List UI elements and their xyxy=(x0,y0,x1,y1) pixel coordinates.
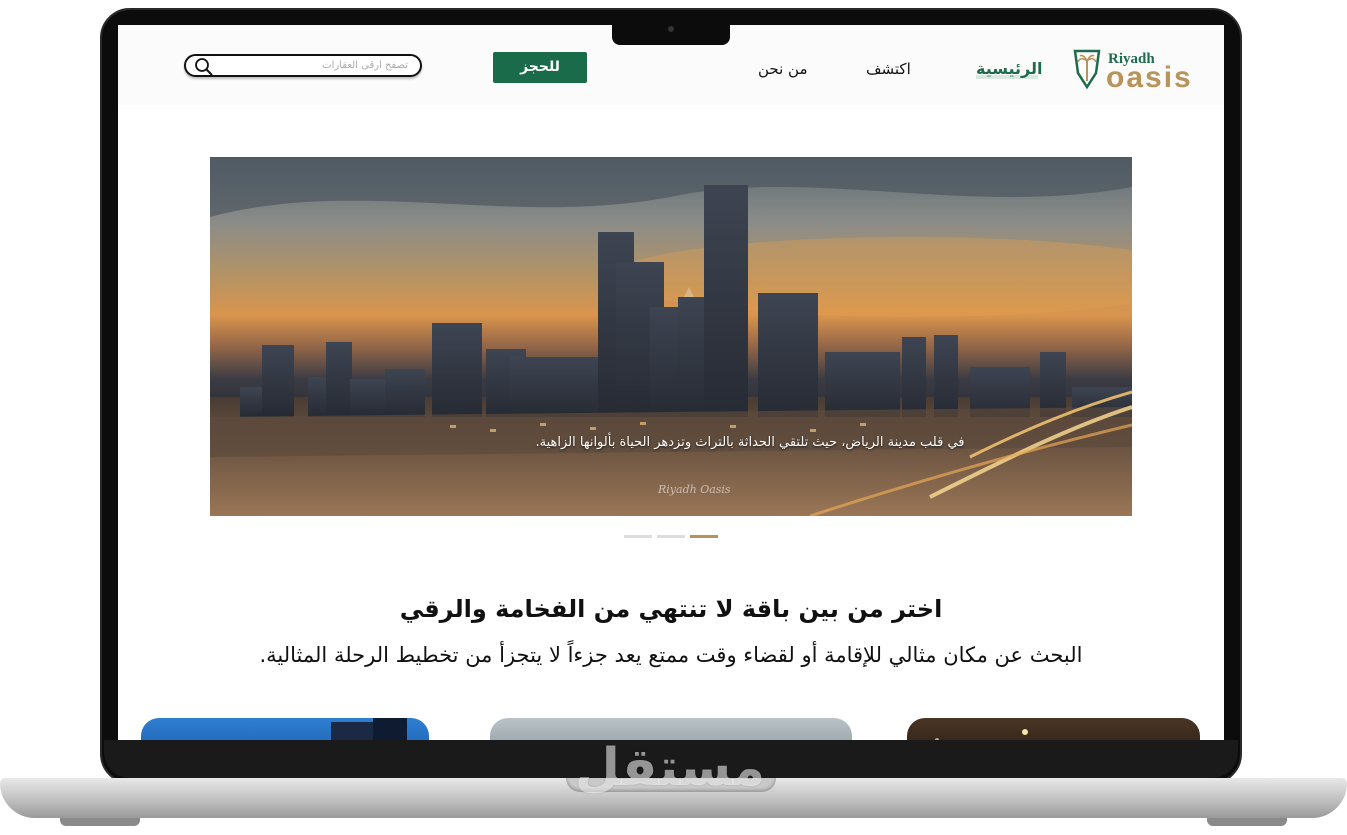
hero-banner: في قلب مدينة الرياض، حيث تلتقي الحداثة ب… xyxy=(210,157,1132,516)
carousel-dot-3[interactable] xyxy=(690,535,718,538)
riyadh-skyline-image xyxy=(210,157,1132,516)
search-input[interactable] xyxy=(216,58,408,73)
nav-link-discover[interactable]: اكتشف xyxy=(866,60,911,78)
search-box xyxy=(184,54,422,77)
brand-logo[interactable]: Riyadh oasis xyxy=(1072,47,1192,94)
laptop-foot-left xyxy=(60,818,140,826)
book-button[interactable]: للحجز xyxy=(493,52,587,83)
browser-viewport: Riyadh oasis الرئيسية اكتشف من نحن للحجز xyxy=(118,25,1224,740)
property-card[interactable] xyxy=(907,718,1200,740)
property-card[interactable] xyxy=(141,718,429,740)
property-card[interactable] xyxy=(490,718,852,740)
photo-signature: Riyadh Oasis xyxy=(658,483,731,496)
laptop-foot-right xyxy=(1207,818,1287,826)
card-image xyxy=(935,729,1028,740)
camera-icon xyxy=(668,26,674,32)
carousel-dot-1[interactable] xyxy=(624,535,652,538)
palm-emblem-icon xyxy=(1073,49,1101,90)
brand-line2: oasis xyxy=(1106,61,1193,94)
card-image xyxy=(331,718,407,740)
search-icon[interactable] xyxy=(194,57,214,77)
hero-caption: في قلب مدينة الرياض، حيث تلتقي الحداثة ب… xyxy=(535,435,965,450)
section-subtitle: البحث عن مكان مثالي للإقامة أو لقضاء وقت… xyxy=(259,643,1083,667)
nav-link-about[interactable]: من نحن xyxy=(758,60,808,78)
carousel-indicators xyxy=(624,535,718,539)
carousel-dot-2[interactable] xyxy=(657,535,685,538)
watermark: مستقل xyxy=(574,738,766,798)
section-title: اختر من بين باقة لا تنتهي من الفخامة وال… xyxy=(399,595,943,623)
nav-link-home[interactable]: الرئيسية xyxy=(976,59,1043,78)
